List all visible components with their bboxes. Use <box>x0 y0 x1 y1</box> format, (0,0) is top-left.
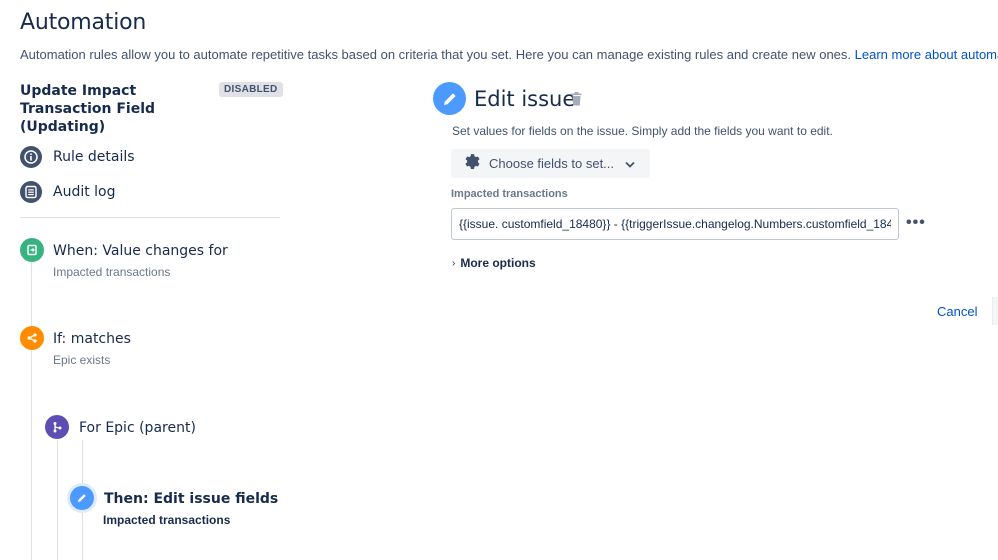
trigger-icon <box>20 238 44 262</box>
chevron-right-icon: › <box>452 257 456 269</box>
flow-line-branch-inner <box>82 440 83 484</box>
condition-title[interactable]: If: matches <box>53 331 131 347</box>
editor-description: Set values for fields on the issue. Simp… <box>452 124 833 138</box>
nav-divider <box>20 217 280 218</box>
status-badge: DISABLED <box>219 82 283 97</box>
flow-line-main <box>31 262 32 560</box>
more-options-label: More options <box>460 256 536 270</box>
field-label: Impacted transactions <box>451 188 568 200</box>
info-icon <box>20 146 42 168</box>
action-subtitle: Impacted transactions <box>103 513 231 527</box>
choose-fields-button[interactable]: Choose fields to set... <box>451 149 650 178</box>
trash-icon[interactable] <box>571 92 582 111</box>
page-title: Automation <box>20 10 147 35</box>
edit-pencil-icon <box>433 82 466 115</box>
condition-subtitle: Epic exists <box>53 353 111 367</box>
condition-icon <box>20 326 44 350</box>
nav-audit-log-label: Audit log <box>53 184 116 200</box>
trigger-subtitle: Impacted transactions <box>53 265 171 279</box>
nav-rule-details-label: Rule details <box>53 149 135 165</box>
list-icon <box>20 181 42 203</box>
chevron-down-icon <box>625 155 635 173</box>
action-pencil-icon <box>70 486 94 510</box>
branch-title[interactable]: For Epic (parent) <box>79 420 196 436</box>
rule-title: Update Impact Transaction Field (Updatin… <box>20 83 156 135</box>
more-actions-icon[interactable]: ••• <box>906 214 926 232</box>
flow-line-action <box>82 510 83 560</box>
cancel-button[interactable]: Cancel <box>937 304 977 319</box>
branch-icon <box>45 415 69 439</box>
choose-fields-label: Choose fields to set... <box>489 156 615 171</box>
trigger-title[interactable]: When: Value changes for <box>53 243 228 259</box>
save-button-edge[interactable] <box>992 297 998 325</box>
page-description: Automation rules allow you to automate r… <box>20 47 998 62</box>
more-options-toggle[interactable]: › More options <box>452 256 536 270</box>
nav-rule-details[interactable]: Rule details <box>20 146 135 168</box>
editor-title: Edit issue <box>474 87 576 111</box>
flow-line-branch <box>57 440 58 560</box>
impacted-transactions-input[interactable] <box>451 208 899 240</box>
gear-icon <box>463 153 480 175</box>
action-title[interactable]: Then: Edit issue fields <box>104 491 278 507</box>
learn-more-link[interactable]: Learn more about automation <box>855 47 998 62</box>
page-description-text: Automation rules allow you to automate r… <box>20 47 855 62</box>
nav-audit-log[interactable]: Audit log <box>20 181 116 203</box>
